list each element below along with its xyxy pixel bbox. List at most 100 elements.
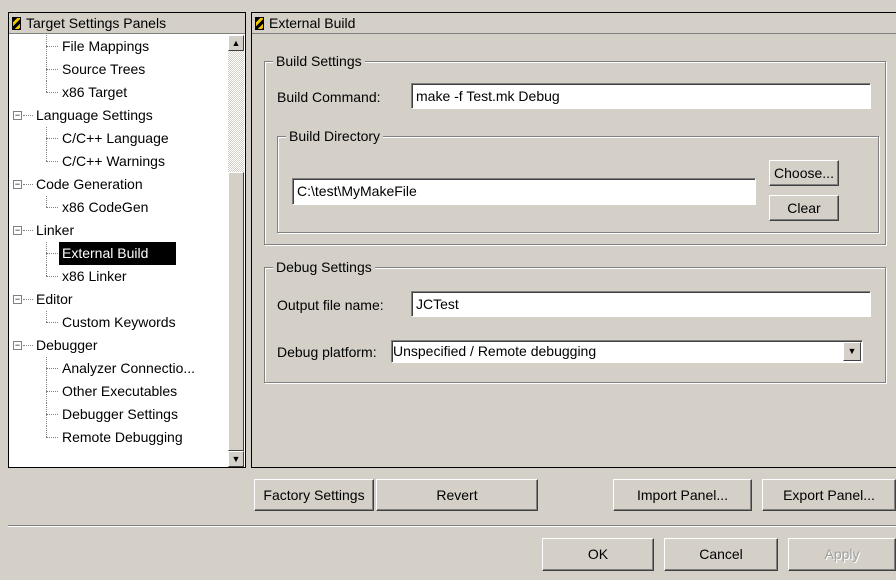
settings-panel-icon	[12, 16, 21, 30]
tree-item[interactable]: Language Settings	[33, 104, 156, 127]
panel-header-label: External Build	[269, 15, 356, 31]
tree-item[interactable]: Linker	[33, 219, 77, 242]
ok-button[interactable]: OK	[542, 538, 654, 571]
debug-settings-group: Debug Settings Output file name: JCTest …	[264, 259, 886, 383]
factory-settings-button[interactable]: Factory Settings	[254, 479, 374, 511]
minus-box-icon[interactable]: −	[13, 111, 22, 120]
tree-connector	[46, 311, 47, 322]
tree-connector	[46, 92, 58, 93]
tree-item-label: Debugger Settings	[62, 406, 178, 422]
build-directory-input[interactable]: C:\test\MyMakeFile	[292, 178, 756, 205]
tree-connector	[23, 230, 33, 231]
minus-box-icon[interactable]: −	[13, 341, 22, 350]
build-command-label: Build Command:	[277, 89, 381, 105]
tree-item-label: Editor	[36, 291, 73, 307]
tree-item[interactable]: x86 CodeGen	[59, 196, 151, 219]
debug-platform-value: Unspecified / Remote debugging	[393, 343, 597, 359]
build-command-input[interactable]: make -f Test.mk Debug	[411, 83, 871, 109]
tree-item-label: x86 CodeGen	[62, 199, 149, 215]
import-panel-button[interactable]: Import Panel...	[613, 479, 752, 511]
scrollbar-track[interactable]	[228, 51, 244, 451]
tree-item[interactable]: Editor	[33, 288, 76, 311]
tree-item-label: External Build	[59, 242, 177, 265]
tree-connector	[46, 150, 47, 161]
tree-item[interactable]: Other Executables	[59, 380, 180, 403]
tree-connector	[46, 46, 58, 47]
tree-connector	[46, 414, 58, 415]
tree-connector	[46, 391, 58, 392]
build-settings-title: Build Settings	[273, 53, 365, 69]
tree-item[interactable]: C/C++ Language	[59, 127, 172, 150]
tree-item[interactable]: Code Generation	[33, 173, 146, 196]
tree-item[interactable]: Debugger	[33, 334, 101, 357]
tree-connector	[46, 253, 58, 254]
tree-item[interactable]: External Build	[59, 242, 177, 265]
export-panel-button[interactable]: Export Panel...	[762, 479, 896, 511]
debug-settings-title: Debug Settings	[273, 259, 375, 275]
tree-connector	[46, 207, 58, 208]
tree-connector	[46, 242, 47, 265]
scrollbar-thumb[interactable]	[228, 172, 244, 451]
tree-item[interactable]: x86 Linker	[59, 265, 130, 288]
settings-panels-tree: Target Settings Panels File Mappings Sour…	[8, 12, 246, 468]
tree-connector	[46, 437, 58, 438]
tree-item[interactable]: Remote Debugging	[59, 426, 186, 449]
tree-connector	[46, 69, 58, 70]
tree-item-label: x86 Linker	[62, 268, 127, 284]
tree-connector	[46, 81, 47, 92]
dialog-separator	[8, 525, 896, 527]
tree-item-label: Debugger	[36, 337, 98, 353]
tree-item[interactable]: x86 Target	[59, 81, 130, 104]
choose-button[interactable]: Choose...	[769, 160, 839, 186]
tree-item-label: Other Executables	[62, 383, 178, 399]
tree-item-label: C/C++ Language	[62, 130, 169, 146]
tree-item-label: Source Trees	[62, 61, 146, 77]
tree-connector	[46, 276, 58, 277]
debug-platform-label: Debug platform:	[277, 344, 377, 360]
tree-connector	[46, 380, 47, 403]
tree-connector	[23, 184, 33, 185]
tree-item[interactable]: Custom Keywords	[59, 311, 179, 334]
tree-connector	[46, 357, 47, 380]
revert-button[interactable]: Revert	[376, 479, 538, 511]
tree-item-label: C/C++ Warnings	[62, 153, 165, 169]
chevron-down-icon[interactable]: ▼	[843, 342, 861, 361]
tree-item-label: Language Settings	[36, 107, 153, 123]
output-file-input[interactable]: JCTest	[411, 291, 871, 317]
clear-button[interactable]: Clear	[769, 195, 839, 221]
tree-connector	[23, 299, 33, 300]
tree-connector	[46, 368, 58, 369]
scroll-down-arrow-icon[interactable]: ▼	[228, 451, 244, 467]
tree-connector	[46, 322, 58, 323]
scroll-up-arrow-icon[interactable]: ▲	[228, 35, 244, 51]
tree-connector	[46, 426, 47, 437]
minus-box-icon[interactable]: −	[13, 295, 22, 304]
build-directory-title: Build Directory	[286, 128, 384, 144]
tree-item[interactable]: Debugger Settings	[59, 403, 181, 426]
panel-header: External Build	[252, 13, 896, 34]
tree-header-label: Target Settings Panels	[26, 15, 167, 31]
tree-item[interactable]: File Mappings	[59, 35, 152, 58]
tree-item[interactable]: C/C++ Warnings	[59, 150, 168, 173]
tree-item-label: x86 Target	[62, 84, 128, 100]
tree-item-label: Code Generation	[36, 176, 143, 192]
tree-connector	[46, 403, 47, 426]
minus-box-icon[interactable]: −	[13, 180, 22, 189]
tree-scrollbar[interactable]: ▲ ▼	[228, 35, 244, 467]
tree-item[interactable]: Source Trees	[59, 58, 148, 81]
tree-connector	[23, 115, 33, 116]
tree-item-label: Analyzer Connectio...	[62, 360, 196, 376]
tree-item[interactable]: Analyzer Connectio...	[59, 357, 198, 380]
tree-item-label: Custom Keywords	[62, 314, 176, 330]
tree-item-label: Remote Debugging	[62, 429, 183, 445]
apply-button[interactable]: Apply	[788, 538, 896, 571]
tree-item-label: File Mappings	[62, 38, 150, 54]
build-directory-group: Build Directory C:\test\MyMakeFile Choos…	[277, 128, 879, 233]
debug-platform-select[interactable]: Unspecified / Remote debugging ▼	[391, 340, 863, 363]
tree-connector	[46, 196, 47, 207]
minus-box-icon[interactable]: −	[13, 226, 22, 235]
tree-connector	[46, 265, 47, 276]
build-settings-group: Build Settings Build Command: make -f Te…	[264, 53, 886, 245]
cancel-button[interactable]: Cancel	[664, 538, 778, 571]
output-file-label: Output file name:	[277, 297, 384, 313]
